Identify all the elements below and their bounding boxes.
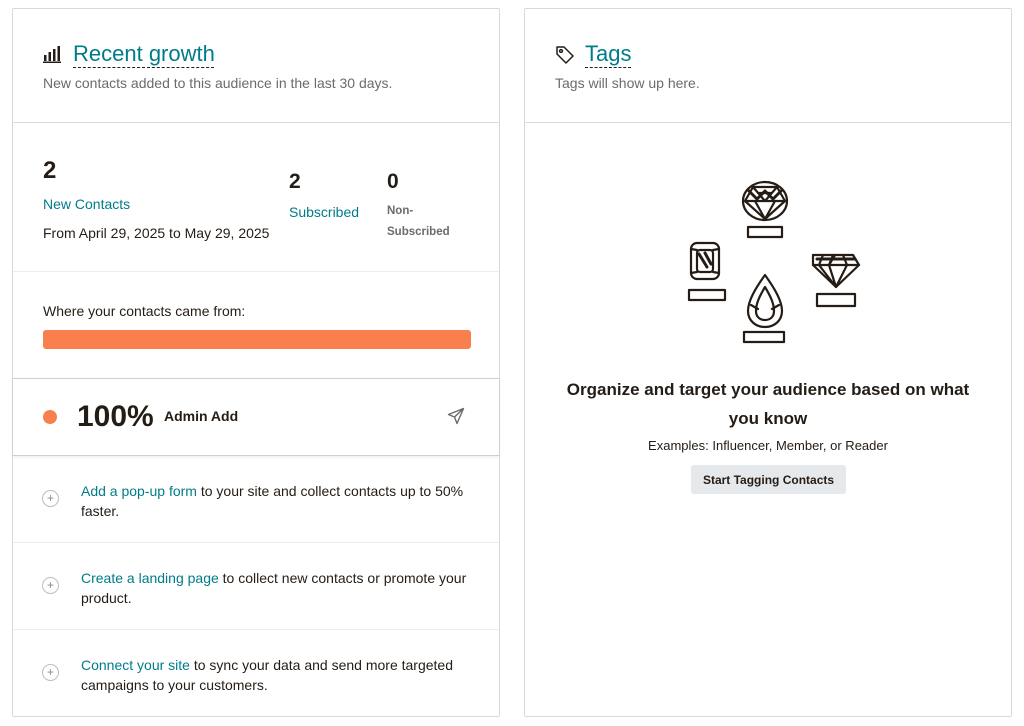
growth-stats: 2 New Contacts From April 29, 2025 to Ma…: [13, 122, 499, 272]
tags-examples: Examples: Influencer, Member, or Reader: [648, 438, 888, 453]
recent-growth-header: Recent growth New contacts added to this…: [13, 9, 499, 123]
recent-growth-title[interactable]: Recent growth: [73, 41, 215, 67]
tag-icon: [555, 45, 574, 64]
tags-card: Tags Tags will show up here. Organize an…: [524, 8, 1012, 717]
nonsubscribed-count: 0: [387, 170, 399, 193]
tip-popup-form: + Add a pop-up form to your site and col…: [13, 455, 499, 543]
source-share-bar[interactable]: [43, 330, 471, 349]
tags-headline: Organize and target your audience based …: [566, 380, 970, 428]
plus-circle-icon[interactable]: +: [42, 490, 59, 507]
source-color-dot: [43, 410, 57, 424]
paper-plane-icon[interactable]: [447, 407, 465, 425]
date-range: From April 29, 2025 to May 29, 2025: [43, 225, 270, 241]
tip-landing-page: + Create a landing page to collect new c…: [13, 542, 499, 630]
nonsubscribed-label: Non- Subscribed: [387, 201, 450, 243]
tip-text: Add a pop-up form to your site and colle…: [81, 481, 481, 521]
tags-subtitle: Tags will show up here.: [555, 75, 700, 91]
new-contacts-count: 2: [43, 157, 57, 184]
source-name: Admin Add: [164, 408, 239, 424]
connect-your-site-link[interactable]: Connect your site: [81, 657, 190, 673]
start-tagging-button[interactable]: Start Tagging Contacts: [691, 465, 846, 494]
subscribed-label[interactable]: Subscribed: [289, 204, 359, 220]
nonsubscribed-label-line2: Subscribed: [387, 226, 450, 238]
recent-growth-card: Recent growth New contacts added to this…: [12, 8, 500, 717]
add-popup-form-link[interactable]: Add a pop-up form: [81, 483, 197, 499]
tags-title[interactable]: Tags: [585, 41, 631, 67]
source-percent: 100%: [77, 400, 154, 433]
bar-chart-icon: [43, 45, 61, 63]
gems-illustration: [685, 179, 865, 344]
tip-text: Connect your site to sync your data and …: [81, 655, 481, 695]
subscribed-count: 2: [289, 170, 301, 193]
tags-header: Tags Tags will show up here.: [525, 9, 1011, 123]
sources-label: Where your contacts came from:: [43, 303, 246, 319]
nonsubscribed-label-line1: Non-: [387, 205, 414, 217]
create-landing-page-link[interactable]: Create a landing page: [81, 570, 219, 586]
contact-sources: Where your contacts came from:: [13, 271, 499, 378]
new-contacts-label[interactable]: New Contacts: [43, 196, 130, 212]
tip-text: Create a landing page to collect new con…: [81, 568, 481, 608]
recent-growth-subtitle: New contacts added to this audience in t…: [43, 75, 393, 91]
plus-circle-icon[interactable]: +: [42, 664, 59, 681]
source-row-admin-add[interactable]: 100% Admin Add: [13, 378, 499, 456]
plus-circle-icon[interactable]: +: [42, 577, 59, 594]
tip-connect-site: + Connect your site to sync your data an…: [13, 629, 499, 716]
